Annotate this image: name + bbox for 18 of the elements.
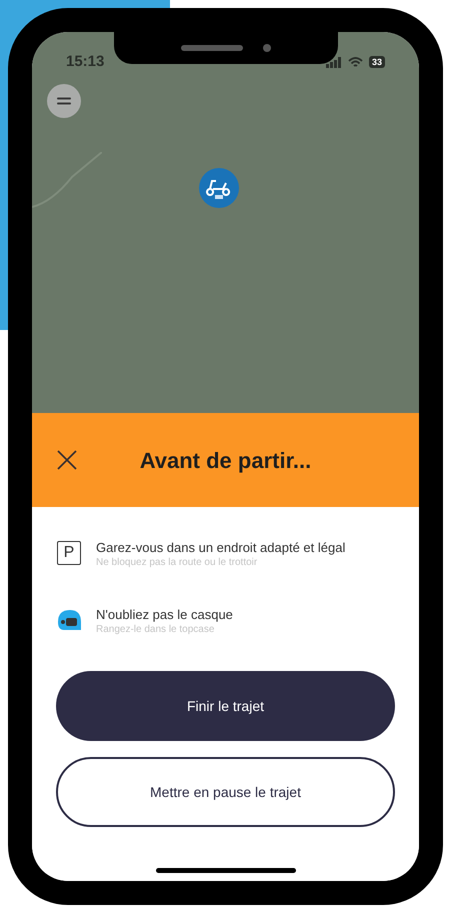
pause-button[interactable]: Mettre en pause le trajet — [56, 757, 395, 827]
battery-level: 33 — [368, 56, 385, 68]
finish-button[interactable]: Finir le trajet — [56, 671, 395, 741]
parking-sign: P — [57, 541, 81, 565]
menu-icon — [57, 97, 71, 105]
tip-title: N'oubliez pas le casque — [96, 606, 233, 623]
close-icon[interactable] — [56, 449, 78, 471]
tip-subtitle: Ne bloquez pas la route ou le trottoir — [96, 556, 258, 570]
status-time: 15:13 — [66, 52, 104, 72]
tip-title: Garez-vous dans un endroit adapté et légal — [96, 539, 346, 556]
speaker-grille — [180, 45, 242, 51]
scooter-map-pin[interactable] — [198, 167, 240, 209]
tip-subtitle: Rangez-le dans le topcase — [96, 623, 216, 637]
sheet-title: Avant de partir... — [138, 446, 312, 475]
menu-button[interactable] — [47, 84, 81, 118]
wifi-icon — [348, 56, 363, 68]
helmet-icon — [56, 608, 82, 632]
signal-icon — [326, 56, 342, 68]
